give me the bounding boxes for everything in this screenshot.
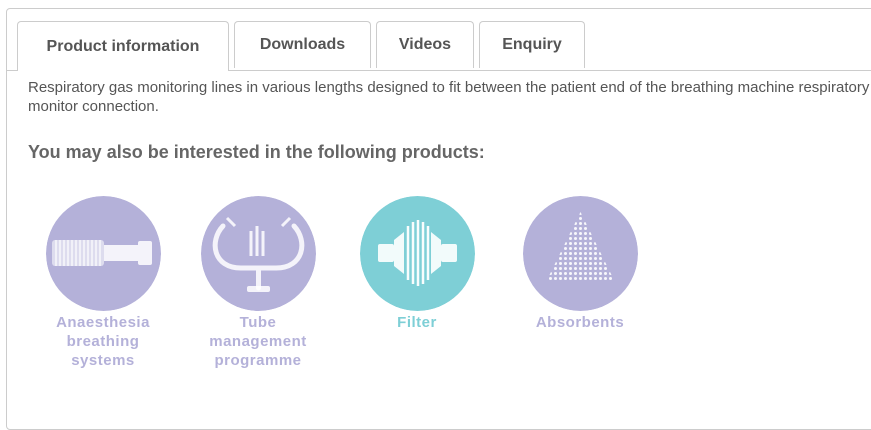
tab-enquiry[interactable]: Enquiry	[479, 21, 585, 68]
absorbent-triangle-icon	[522, 196, 638, 311]
product-name-line1: Tube	[239, 314, 277, 331]
related-product-absorbents[interactable]: Absorbents	[505, 196, 655, 332]
product-name-line1: Filter	[397, 314, 437, 331]
tab-videos[interactable]: Videos	[376, 21, 474, 68]
tab-product-information[interactable]: Product information	[17, 21, 229, 71]
related-product-filter[interactable]: Filter	[342, 196, 492, 332]
tube-holder-icon	[200, 196, 316, 311]
product-name-line1: Anaesthesia	[56, 314, 150, 331]
related-product-tube-management-programme[interactable]: Tube management programme	[183, 196, 333, 370]
filter-icon	[359, 196, 475, 311]
product-name-line2: breathing	[66, 333, 140, 350]
breathing-tube-icon	[45, 196, 161, 311]
product-name-line3: programme	[214, 352, 302, 369]
product-name-line1: Absorbents	[535, 314, 625, 331]
tab-downloads[interactable]: Downloads	[234, 21, 371, 68]
product-description: Respiratory gas monitoring lines in vari…	[28, 79, 871, 115]
related-products-heading: You may also be interested in the follow…	[28, 142, 485, 162]
related-product-anaesthesia-breathing-systems[interactable]: Anaesthesia breathing systems	[28, 196, 178, 370]
product-name-line3: systems	[71, 352, 135, 369]
product-name-line2: management	[209, 333, 307, 350]
tab-bar: Product information Downloads Videos Enq…	[7, 9, 871, 71]
